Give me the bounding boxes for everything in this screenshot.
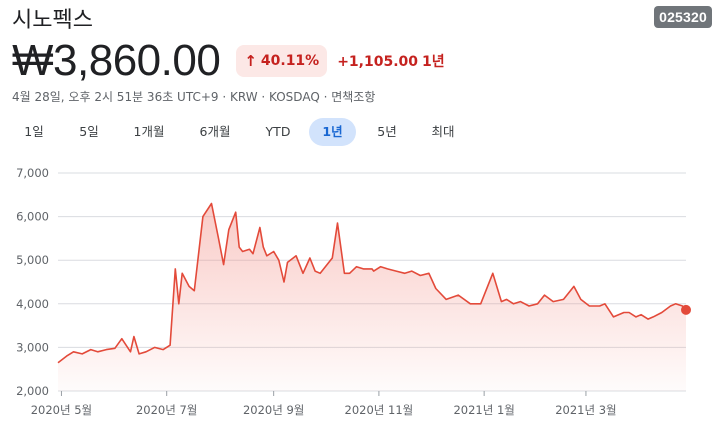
range-selector: 1일 5일 1개월 6개월 YTD 1년 5년 최대 <box>0 118 720 148</box>
range-max[interactable]: 최대 <box>426 118 460 146</box>
price-row: ₩3,860.00 ↑ 40.11% +1,105.00 1년 <box>12 36 445 86</box>
range-1m[interactable]: 1개월 <box>128 118 170 146</box>
range-6m[interactable]: 6개월 <box>194 118 236 146</box>
y-tick-label: 6,000 <box>16 210 49 224</box>
range-ytd[interactable]: YTD <box>260 118 296 146</box>
price-chart[interactable]: 7,000 6,000 5,000 4,000 3,000 2,000 2020년 5월 20… <box>0 160 720 422</box>
x-tick-label: 2020년 9월 <box>243 403 304 417</box>
x-tick-label: 2020년 5월 <box>31 403 92 417</box>
absolute-change-value: +1,105.00 <box>337 54 419 70</box>
absolute-change: +1,105.00 1년 <box>337 51 444 71</box>
x-tick-label: 2020년 7월 <box>136 403 197 417</box>
percent-change-badge: ↑ 40.11% <box>236 45 328 77</box>
y-tick-label: 5,000 <box>16 253 49 267</box>
x-tick-label: 2021년 1월 <box>453 403 514 417</box>
price-area-fill <box>58 203 686 391</box>
y-tick-label: 2,000 <box>16 384 49 398</box>
ticker-badge: 025320 <box>654 6 712 28</box>
range-1y[interactable]: 1년 <box>309 118 356 146</box>
range-1d[interactable]: 1일 <box>22 118 46 146</box>
stock-name: 시노펙스 <box>12 8 93 33</box>
y-tick-label: 7,000 <box>16 166 49 180</box>
range-5y[interactable]: 5년 <box>372 118 402 146</box>
arrow-up-icon: ↑ <box>244 52 257 70</box>
percent-change: 40.11% <box>260 53 320 69</box>
change-period: 1년 <box>422 54 445 70</box>
quote-metadata: 4월 28일, 오후 2시 51분 36초 UTC+9 · KRW · KOSD… <box>12 90 376 104</box>
last-price-marker <box>681 304 691 315</box>
x-tick-label: 2021년 3월 <box>555 403 616 417</box>
x-tick-label: 2020년 11월 <box>345 403 414 417</box>
current-price: ₩3,860.00 <box>12 36 221 85</box>
y-tick-label: 4,000 <box>16 297 49 311</box>
range-5d[interactable]: 5일 <box>75 118 103 146</box>
y-tick-label: 3,000 <box>16 340 49 354</box>
